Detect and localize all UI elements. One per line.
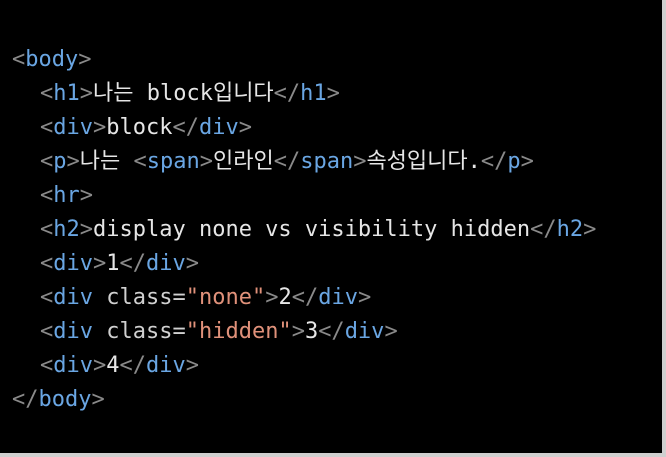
code-tag-name: h2 [53,217,80,242]
code-angle-bracket: > [93,251,107,276]
code-text: 나는 [79,149,134,174]
code-string: "hidden" [185,319,292,344]
code-tag-name: span [300,149,354,174]
code-angle-bracket: < [40,115,54,140]
code-tag-name: h1 [53,81,80,106]
code-tag-name: h1 [300,81,327,106]
code-text: 속성입니다. [366,149,481,174]
code-tag-name: div [53,319,93,344]
code-angle-bracket: < [40,285,54,310]
code-angle-bracket: > [79,183,93,208]
code-angle-bracket: </ [119,353,147,378]
code-line: <h2>display none vs visibility hidden</h… [12,213,596,247]
code-angle-bracket: < [40,149,54,174]
code-attribute: class= [93,285,186,310]
code-angle-bracket: </ [12,387,39,412]
code-angle-bracket: </ [480,149,508,174]
code-angle-bracket: </ [291,285,319,310]
code-tag-name: p [53,149,67,174]
code-text: 나는 block입니다 [93,81,274,106]
code-angle-bracket: > [291,319,305,344]
code-text: 3 [304,319,319,344]
code-tag-name: div [198,115,239,140]
code-tag-name: div [146,353,186,378]
code-tag-name: body [38,387,92,412]
code-block: <body> <h1>나는 block입니다</h1> <div>block</di… [12,43,596,417]
code-angle-bracket: > [185,251,199,276]
code-text: 인라인 [212,149,274,174]
code-angle-bracket: </ [119,251,147,276]
code-line: <div class="hidden">3</div> [12,315,596,349]
code-line: <body> [12,43,596,77]
code-angle-bracket: > [357,285,372,310]
code-angle-bracket: < [12,47,26,72]
code-editor: <body> <h1>나는 block입니다</h1> <div>block</di… [0,0,666,457]
code-text: 4 [106,353,120,378]
screenshot-frame: <body> <h1>나는 block입니다</h1> <div>block</di… [0,0,666,457]
code-angle-bracket: < [40,319,54,344]
code-angle-bracket: > [79,81,93,106]
code-text: block [106,115,173,140]
code-angle-bracket: > [353,149,367,174]
code-tag-name: hr [53,183,80,208]
code-string: "none" [185,285,266,310]
code-angle-bracket: > [384,319,398,344]
code-angle-bracket: < [40,217,54,242]
code-angle-bracket: < [133,149,147,174]
code-angle-bracket: > [185,353,199,378]
code-angle-bracket: > [583,217,597,242]
code-tag-name: div [53,251,93,276]
code-angle-bracket: > [66,149,80,174]
code-angle-bracket: > [326,81,340,106]
code-tag-name: div [318,285,358,310]
code-tag-name: p [507,149,521,174]
code-tag-name: span [146,149,200,174]
code-angle-bracket: > [520,149,534,174]
code-line: <div class="none">2</div> [12,281,596,315]
code-angle-bracket: > [199,149,213,174]
code-text: 2 [278,285,292,310]
code-text: 1 [106,251,120,276]
code-tag-name: body [25,47,79,72]
code-line: <p>나는 <span>인라인</span>속성입니다.</p> [12,145,596,179]
code-tag-name: div [146,251,186,276]
code-tag-name: div [53,353,93,378]
code-angle-bracket: </ [530,217,557,242]
code-angle-bracket: > [93,353,107,378]
code-angle-bracket: < [40,251,54,276]
code-text: display none vs visibility hidden [93,217,531,242]
code-angle-bracket: < [40,183,54,208]
code-angle-bracket: </ [318,319,345,344]
code-angle-bracket: < [40,353,54,378]
code-tag-name: div [344,319,385,344]
code-tag-name: div [53,285,93,310]
code-angle-bracket: </ [172,115,199,140]
code-angle-bracket: > [93,115,107,140]
code-angle-bracket: </ [273,149,301,174]
code-angle-bracket: > [238,115,252,140]
code-angle-bracket: < [40,81,54,106]
code-line: <div>block</div> [12,111,596,145]
code-attribute: class= [93,319,186,344]
code-line: <div>4</div> [12,349,596,383]
code-angle-bracket: </ [273,81,301,106]
code-angle-bracket: > [265,285,279,310]
code-tag-name: h2 [556,217,584,242]
code-angle-bracket: > [79,217,93,242]
code-angle-bracket: > [78,47,92,72]
code-tag-name: div [53,115,93,140]
code-angle-bracket: > [91,387,105,412]
code-line: <hr> [12,179,596,213]
code-line: <div>1</div> [12,247,596,281]
code-line: </body> [12,383,596,417]
code-line: <h1>나는 block입니다</h1> [12,77,596,111]
